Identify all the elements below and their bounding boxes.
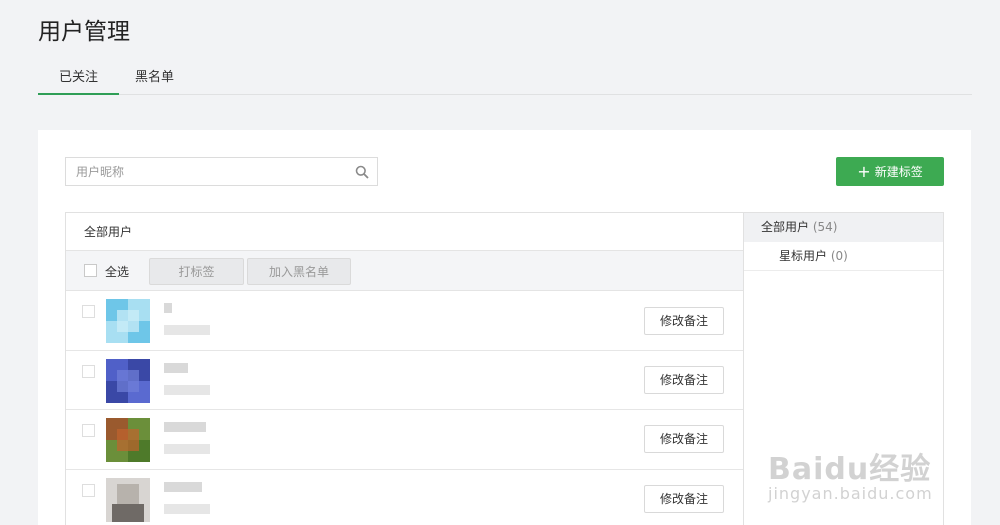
row-checkbox[interactable]	[82, 305, 95, 318]
nickname-blurred	[164, 481, 202, 492]
list-header: 全部用户	[66, 213, 743, 251]
tag-button[interactable]: 打标签	[149, 258, 244, 285]
select-all-label[interactable]: 全选	[105, 263, 129, 280]
sidebar-item-label: 全部用户	[761, 220, 810, 234]
row-checkbox[interactable]	[82, 424, 95, 437]
tag-blurred	[164, 444, 210, 454]
plus-icon: +	[857, 162, 871, 181]
user-row: 修改备注	[66, 470, 743, 525]
edit-remark-button[interactable]: 修改备注	[644, 425, 724, 453]
tab-blacklist[interactable]: 黑名单	[135, 66, 174, 95]
tag-blurred	[164, 503, 210, 514]
watermark: Baidu经验 jingyan.baidu.com	[768, 440, 1000, 525]
row-checkbox[interactable]	[82, 483, 95, 497]
edit-remark-button[interactable]: 修改备注	[644, 484, 724, 513]
sidebar-item-count: (54)	[812, 220, 838, 234]
user-row: 修改备注	[66, 410, 743, 470]
sidebar-item-label: 星标用户	[779, 249, 828, 263]
sidebar-item-starred-users[interactable]: 星标用户 (0)	[744, 242, 943, 271]
nickname-blurred	[164, 422, 206, 432]
nickname-blurred	[164, 362, 188, 373]
tab-bar: 已关注 黑名单	[38, 66, 972, 95]
user-row: 修改备注	[66, 291, 743, 351]
user-list: 全部用户 全选 打标签 加入黑名单 修改备注 修改备注 修改备注 修改备注	[65, 212, 743, 525]
new-tag-button[interactable]: + 新建标签	[836, 157, 944, 186]
search-box	[65, 157, 378, 186]
new-tag-label: 新建标签	[874, 165, 923, 179]
search-input[interactable]	[66, 158, 346, 185]
add-to-blacklist-button[interactable]: 加入黑名单	[247, 258, 351, 285]
tag-blurred	[164, 325, 210, 335]
row-checkbox[interactable]	[82, 364, 95, 378]
page-title: 用户管理	[38, 19, 130, 45]
avatar	[106, 299, 150, 343]
watermark-sub: jingyan.baidu.com	[768, 484, 933, 503]
select-all-checkbox[interactable]	[84, 264, 97, 277]
avatar	[106, 418, 150, 462]
tab-followed[interactable]: 已关注	[38, 66, 119, 95]
search-icon[interactable]	[355, 165, 369, 179]
nickname-blurred	[164, 303, 172, 313]
sidebar-item-count: (0)	[830, 249, 848, 263]
edit-remark-button[interactable]: 修改备注	[644, 365, 724, 394]
edit-remark-button[interactable]: 修改备注	[644, 307, 724, 335]
sidebar-item-all-users[interactable]: 全部用户 (54)	[744, 213, 943, 242]
tag-blurred	[164, 384, 210, 395]
user-row: 修改备注	[66, 351, 743, 410]
watermark-main: Baidu经验	[768, 452, 932, 487]
avatar	[106, 477, 150, 522]
list-toolbar: 全选 打标签 加入黑名单	[66, 251, 743, 291]
avatar	[106, 358, 150, 403]
